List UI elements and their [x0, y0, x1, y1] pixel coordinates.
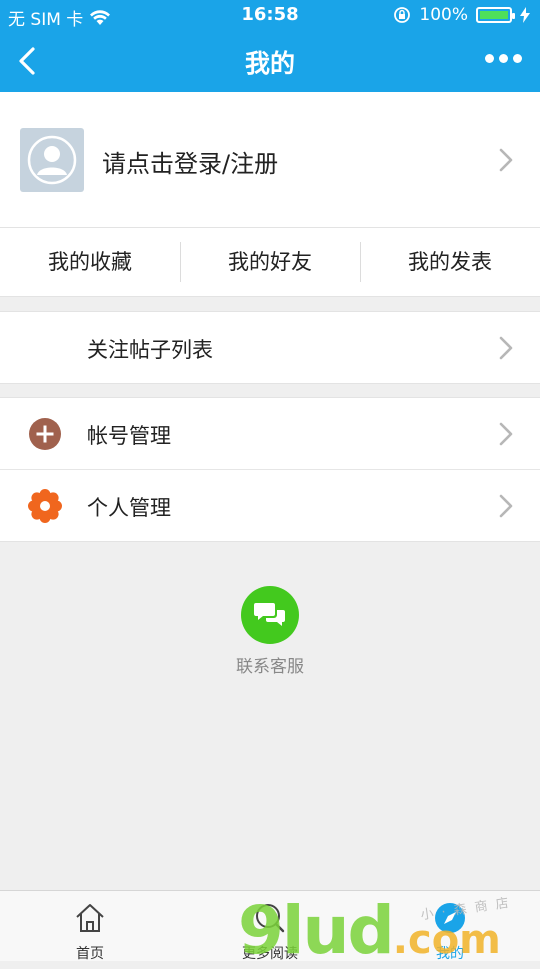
account-management-label: 帐号管理 [87, 424, 171, 448]
shortcut-friends[interactable]: 我的好友 [180, 228, 360, 296]
battery-icon [476, 7, 515, 23]
personal-management-label: 个人管理 [87, 496, 171, 520]
chat-icon [256, 904, 285, 933]
user-avatar-icon [27, 135, 77, 185]
rotation-lock-icon [394, 7, 411, 23]
compass-icon [435, 903, 465, 933]
tab-bar: 首页 更多阅读 我的 [0, 890, 540, 962]
more-icon[interactable] [485, 54, 522, 63]
shortcut-posts[interactable]: 我的发表 [360, 228, 540, 296]
tab-home-label: 首页 [76, 946, 104, 962]
plus-circle-icon [29, 418, 61, 450]
home-icon [76, 904, 104, 932]
tab-mine[interactable]: 我的 [360, 891, 540, 962]
battery-percent: 100% [419, 5, 468, 25]
tab-more-reading[interactable]: 更多阅读 [180, 891, 360, 962]
followed-posts-label: 关注帖子列表 [87, 338, 213, 362]
login-prompt[interactable]: 请点击登录/注册 [102, 144, 278, 179]
chevron-right-icon [499, 336, 513, 360]
shortcut-favorites[interactable]: 我的收藏 [0, 228, 180, 296]
tab-home[interactable]: 首页 [0, 891, 180, 962]
shortcut-bar: 我的收藏 我的好友 我的发表 [0, 228, 540, 297]
avatar[interactable] [20, 128, 84, 192]
flower-gear-icon [28, 489, 62, 523]
contact-service[interactable]: 联系客服 [0, 586, 540, 677]
chevron-right-icon [499, 494, 513, 518]
nav-bar: 我的 [0, 30, 540, 92]
chevron-right-icon [499, 422, 513, 446]
followed-posts-row[interactable]: 关注帖子列表 [0, 311, 540, 384]
contact-service-label[interactable]: 联系客服 [0, 652, 540, 677]
chevron-right-icon [499, 148, 513, 172]
page-title: 我的 [244, 49, 295, 78]
status-bar: 无 SIM 卡 16:58 100% [0, 0, 540, 30]
account-management-row[interactable]: 帐号管理 [0, 397, 540, 469]
personal-management-row[interactable]: 个人管理 [0, 469, 540, 542]
chat-bubble-icon[interactable] [241, 586, 299, 644]
tab-mine-label: 我的 [436, 946, 464, 962]
login-row[interactable]: 请点击登录/注册 [0, 92, 540, 228]
charging-icon [520, 7, 530, 23]
tab-more-reading-label: 更多阅读 [242, 946, 298, 962]
